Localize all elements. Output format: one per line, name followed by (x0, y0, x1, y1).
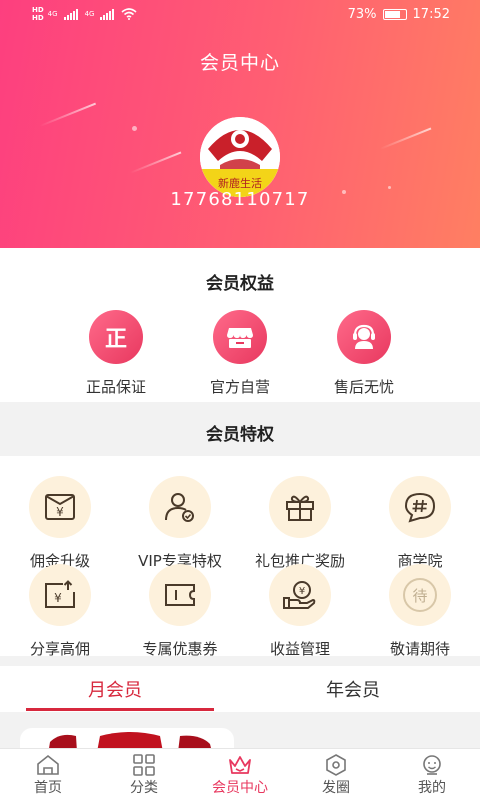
gift-icon (269, 476, 331, 538)
nav-profile[interactable]: 我的 (384, 749, 480, 800)
store-icon (213, 310, 267, 364)
network-type: HD HD (32, 6, 44, 22)
member-header: HD HD 4G 4G 73% 17:52 会员中心 新鹿生活 17768110… (0, 0, 480, 248)
decor-dot (132, 126, 137, 131)
svg-text:新鹿生活: 新鹿生活 (218, 176, 262, 190)
privilege-earnings[interactable]: ¥ 收益管理 (240, 564, 360, 659)
vip-user-icon (149, 476, 211, 538)
benefits-section: 会员权益 正 正品保证 官方自营 售后无忧 (0, 248, 480, 402)
nav-label: 首页 (34, 780, 62, 796)
svg-text:¥: ¥ (54, 591, 62, 605)
earnings-icon: ¥ (269, 564, 331, 626)
battery-icon (382, 9, 407, 20)
privilege-gift-promo[interactable]: 礼包推广奖励 (240, 476, 360, 571)
privilege-label: 敬请期待 (389, 640, 450, 658)
privilege-commission-upgrade[interactable]: ¥ 佣金升级 (0, 476, 120, 571)
crown-icon (229, 756, 251, 774)
coupon-icon (149, 564, 211, 626)
privilege-business-school[interactable]: 商学院 (360, 476, 480, 571)
battery-percent: 73% (347, 7, 377, 22)
tab-yearly[interactable]: 年会员 (326, 676, 380, 702)
nav-label: 发圈 (322, 780, 350, 796)
hexagon-icon (326, 754, 346, 776)
share-commission-icon: ¥ (29, 564, 91, 626)
active-tab-indicator (26, 708, 214, 711)
clock: 17:52 (412, 7, 450, 22)
nav-label: 我的 (418, 780, 446, 796)
signal-icon (63, 8, 78, 20)
svg-text:¥: ¥ (56, 505, 64, 519)
privilege-label: 收益管理 (269, 640, 330, 658)
chat-hash-icon (389, 476, 451, 538)
signal-icon (100, 8, 115, 20)
category-grid-icon (133, 754, 155, 776)
benefit-aftersales[interactable]: 售后无忧 (304, 310, 424, 397)
privileges-title: 会员特权 (206, 425, 274, 445)
network-gen-label: 4G (47, 10, 58, 18)
profile-icon (423, 755, 441, 775)
status-bar: HD HD 4G 4G 73% 17:52 (0, 0, 480, 30)
nav-category[interactable]: 分类 (96, 749, 192, 800)
decor-streak (379, 127, 432, 150)
privilege-share-commission[interactable]: ¥ 分享高佣 (0, 564, 120, 659)
customer-service-icon (337, 310, 391, 364)
nav-home[interactable]: 首页 (0, 749, 96, 800)
privilege-coming-soon: 待 敬请期待 (360, 564, 480, 659)
benefit-label: 正品保证 (85, 378, 146, 396)
privileges-grid: ¥ 佣金升级 VIP专享特权 礼包推广奖励 商学院 ¥ 分享高佣 专属优惠券 ¥… (0, 456, 480, 659)
commission-upgrade-icon: ¥ (29, 476, 91, 538)
benefit-label: 官方自营 (209, 378, 270, 396)
privilege-vip[interactable]: VIP专享特权 (120, 476, 240, 571)
privilege-coupon[interactable]: 专属优惠券 (120, 564, 240, 659)
membership-tabs (0, 666, 480, 712)
coming-soon-icon: 待 (389, 564, 451, 626)
nav-moments[interactable]: 发圈 (288, 749, 384, 800)
benefits-title: 会员权益 (206, 274, 274, 294)
nav-member-center[interactable]: 会员中心 (192, 749, 288, 800)
genuine-icon: 正 (89, 310, 143, 364)
nav-label: 会员中心 (212, 780, 268, 796)
bottom-nav: 首页 分类 会员中心 发圈 我的 (0, 748, 480, 800)
svg-text:¥: ¥ (299, 586, 305, 597)
network-gen-label: 4G (84, 10, 95, 18)
wifi-icon (121, 8, 137, 20)
benefit-label: 售后无忧 (333, 378, 394, 396)
decor-streak (39, 102, 97, 127)
privilege-label: 专属优惠券 (142, 640, 218, 658)
benefit-genuine[interactable]: 正 正品保证 (56, 310, 176, 397)
avatar[interactable]: 新鹿生活 (200, 117, 280, 197)
benefit-official[interactable]: 官方自营 (180, 310, 300, 397)
home-icon (37, 754, 59, 775)
brand-logo-icon: 新鹿生活 (200, 117, 280, 197)
page-title: 会员中心 (199, 52, 280, 74)
decor-streak (129, 151, 182, 174)
privilege-label: 分享高佣 (29, 640, 90, 658)
tab-monthly[interactable]: 月会员 (88, 676, 142, 702)
user-phone: 17768110717 (170, 189, 310, 210)
nav-label: 分类 (130, 780, 158, 796)
